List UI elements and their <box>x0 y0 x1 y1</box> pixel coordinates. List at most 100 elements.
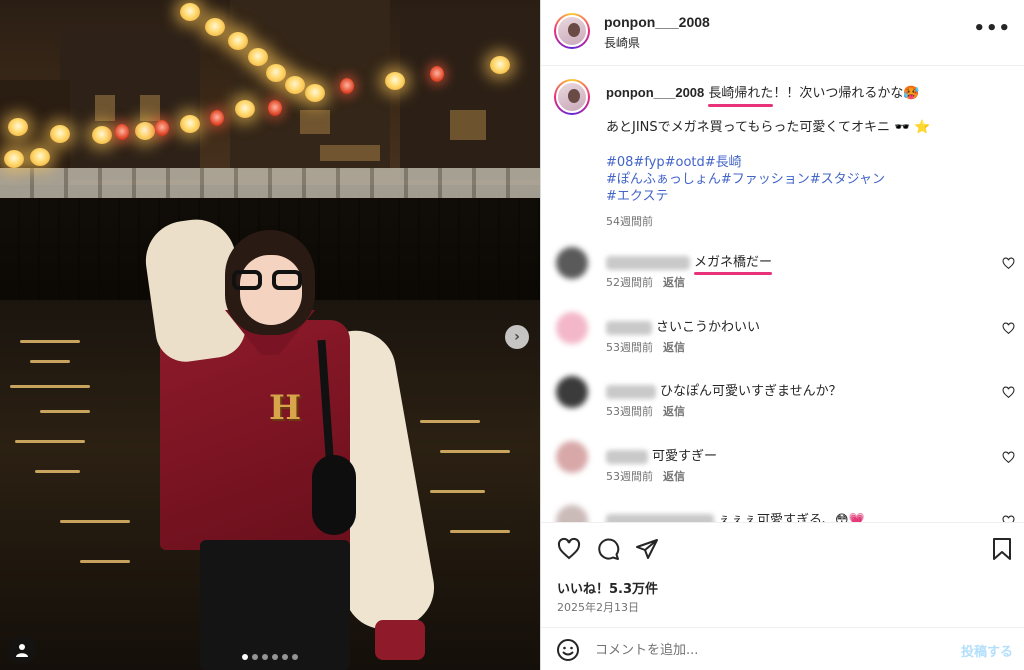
water-reflection <box>20 340 80 343</box>
comment-time[interactable]: 53週間前 <box>606 470 653 483</box>
post-photo[interactable]: H › <box>0 0 540 670</box>
lantern <box>385 72 405 90</box>
more-icon[interactable]: ••• <box>973 18 1011 39</box>
heart-icon[interactable] <box>1002 451 1015 464</box>
comment-avatar[interactable] <box>556 441 588 473</box>
comment-icon[interactable] <box>596 537 620 561</box>
carousel-dot <box>292 654 298 660</box>
lantern <box>490 56 510 74</box>
comment-avatar[interactable] <box>556 505 588 522</box>
avatar[interactable] <box>554 13 590 49</box>
lantern <box>205 18 225 36</box>
lantern <box>235 100 255 118</box>
comment-bar: 投稿する <box>541 627 1024 670</box>
chevron-right-icon: › <box>514 329 520 345</box>
heart-icon[interactable] <box>557 537 581 561</box>
share-icon[interactable] <box>635 537 659 561</box>
avatar[interactable] <box>554 79 590 115</box>
comment-avatar[interactable] <box>556 247 588 279</box>
comment-meta: 53週間前 返信 <box>606 468 685 484</box>
hashtags-line-3[interactable]: #エクステ <box>606 188 669 205</box>
heart-icon[interactable] <box>1002 322 1015 335</box>
red-lantern <box>430 66 444 82</box>
water-reflection <box>40 410 90 413</box>
caption-text: ！！次いつ帰れるかな🥵 <box>773 86 920 101</box>
water-reflection <box>30 360 70 363</box>
skirt <box>200 540 350 670</box>
blurred-username[interactable] <box>606 449 648 464</box>
water-reflection <box>450 530 510 533</box>
emoji-icon[interactable] <box>556 638 580 662</box>
caption-username[interactable]: ponpon___2008 <box>606 85 704 100</box>
caption-time[interactable]: 54週間前 <box>606 213 653 230</box>
heart-icon[interactable] <box>1002 515 1015 522</box>
red-lantern <box>340 78 354 94</box>
post-location[interactable]: 長崎県 <box>604 34 640 51</box>
red-lantern <box>155 120 169 136</box>
reply-button[interactable]: 返信 <box>663 341 685 354</box>
carousel-dots <box>242 654 298 662</box>
comment-item: ぇぇぇ可愛すぎる、😳💗 <box>541 505 1024 522</box>
comment-avatar[interactable] <box>556 312 588 344</box>
comment-avatar[interactable] <box>556 376 588 408</box>
comment-body: 可愛すぎー <box>652 449 718 464</box>
comment-text: ぇぇぇ可愛すぎる、😳💗 <box>606 509 865 522</box>
comment-item: さいこうかわいい 53週間前 返信 <box>541 312 1024 372</box>
blurred-username[interactable] <box>606 513 714 522</box>
bookmark-icon[interactable] <box>991 537 1013 561</box>
post-header: ponpon___2008 長崎県 ••• <box>541 0 1024 66</box>
post-date[interactable]: 2025年2月13日 <box>557 599 639 615</box>
blurred-username[interactable] <box>606 255 690 270</box>
jacket-cuff <box>375 620 425 660</box>
lantern <box>266 64 286 82</box>
water-reflection <box>15 440 85 443</box>
comment-input[interactable] <box>595 640 945 660</box>
lantern <box>92 126 112 144</box>
comment-item: ひなぽん可愛いすぎませんか？ 53週間前 返信 <box>541 376 1024 436</box>
caption-highlight: 長崎帰れた <box>708 86 774 107</box>
person-figure: H <box>140 210 441 670</box>
comment-text: メガネ橋だー <box>606 251 773 275</box>
heart-icon[interactable] <box>1002 257 1015 270</box>
blurred-username[interactable] <box>606 320 652 335</box>
carousel-dot <box>252 654 258 660</box>
red-lantern <box>268 100 282 116</box>
reply-button[interactable]: 返信 <box>663 405 685 418</box>
comment-item: 可愛すぎー 53週間前 返信 <box>541 441 1024 501</box>
photo-window <box>95 95 115 121</box>
photo-building <box>60 30 200 180</box>
lantern <box>180 3 200 21</box>
reply-button[interactable]: 返信 <box>663 276 685 289</box>
post-comment-button[interactable]: 投稿する <box>961 641 1013 660</box>
post-actions: いいね！5.3万件 2025年2月13日 <box>541 522 1024 615</box>
lantern <box>50 125 70 143</box>
jacket-letter-patch: H <box>268 388 302 428</box>
tagged-users-button[interactable] <box>8 636 36 664</box>
caption-line-2: あとJINSでメガネ買ってもらった可愛くてオキニ 🕶️ ⭐ <box>606 120 931 135</box>
heart-icon[interactable] <box>1002 386 1015 399</box>
like-count[interactable]: いいね！5.3万件 <box>557 578 658 597</box>
reply-button[interactable]: 返信 <box>663 470 685 483</box>
lantern <box>4 150 24 168</box>
hashtags-line-1[interactable]: #08#fyp#ootd#長崎 <box>606 154 742 171</box>
comment-time[interactable]: 52週間前 <box>606 276 653 289</box>
glasses <box>232 270 310 290</box>
comment-time[interactable]: 53週間前 <box>606 341 653 354</box>
comment-meta: 53週間前 返信 <box>606 339 685 355</box>
blurred-username[interactable] <box>606 384 656 399</box>
face <box>240 255 302 325</box>
author-username[interactable]: ponpon___2008 <box>604 14 710 30</box>
comment-time[interactable]: 53週間前 <box>606 405 653 418</box>
photo-building <box>400 10 540 180</box>
water-reflection <box>10 385 90 388</box>
carousel-next-button[interactable]: › <box>505 325 529 349</box>
comment-meta: 53週間前 返信 <box>606 403 685 419</box>
hashtags-line-2[interactable]: #ぽんふぁっしょん#ファッション#スタジャン <box>606 171 885 188</box>
photo-window <box>450 110 486 140</box>
comment-body: さいこうかわいい <box>656 320 761 335</box>
photo-window <box>140 95 160 121</box>
comment-body: ぇぇぇ可愛すぎる、😳💗 <box>718 513 865 522</box>
lantern <box>285 76 305 94</box>
photo-window <box>320 145 380 161</box>
lantern <box>30 148 50 166</box>
